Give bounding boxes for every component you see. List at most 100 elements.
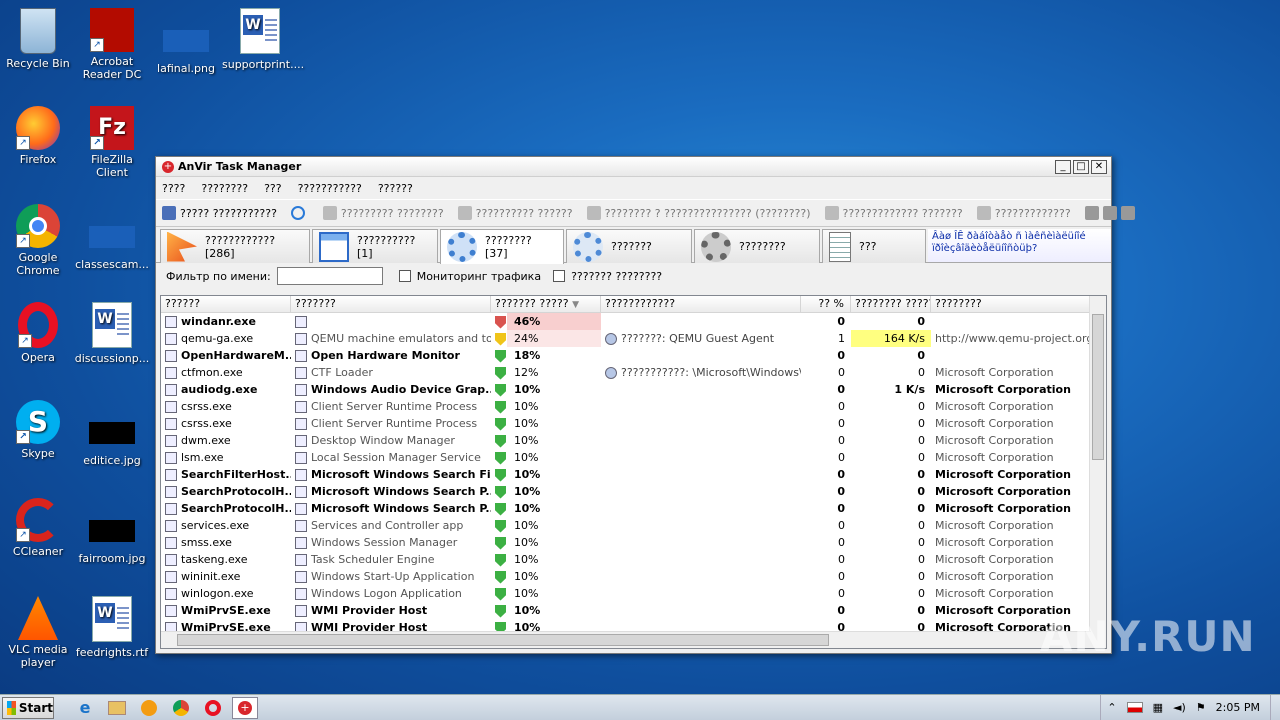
taskbar-explorer[interactable] xyxy=(104,697,130,719)
menu-item[interactable]: ???? xyxy=(162,182,185,195)
traffic-cell: 0 xyxy=(918,417,925,430)
column-header[interactable]: ???????????? xyxy=(601,296,801,312)
taskbar-chrome[interactable] xyxy=(168,697,194,719)
desktop-icon-feedrights[interactable]: feedrights.rtf xyxy=(74,596,150,659)
process-name-cell: ctfmon.exe xyxy=(161,364,291,381)
tab-drivers[interactable]: ???????? xyxy=(694,229,820,263)
other-label: ??????? ???????? xyxy=(571,269,663,283)
process-name: lsm.exe xyxy=(181,451,224,464)
filter-input[interactable] xyxy=(276,267,383,285)
horizontal-scrollbar[interactable] xyxy=(161,631,1091,648)
shield-icon xyxy=(495,604,506,618)
minimize-button[interactable]: _ xyxy=(1055,159,1071,174)
menu-item[interactable]: ??????????? xyxy=(298,182,362,195)
toolbar-button-5[interactable]: ????????????? ??????? xyxy=(824,206,963,220)
table-row[interactable]: wininit.exe Windows Start-Up Application 1… xyxy=(161,568,1106,585)
other-checkbox[interactable] xyxy=(553,270,566,282)
scroll-thumb[interactable] xyxy=(177,634,829,646)
table-row[interactable]: lsm.exe Local Session Manager Service 10% 0… xyxy=(161,449,1106,466)
desktop-icon-lafinal[interactable]: lafinal.png xyxy=(148,8,224,75)
show-hidden-icons-icon[interactable]: ⌃ xyxy=(1107,701,1116,714)
info-banner[interactable]: Âàø ÎÊ ðàáîòàåò ñ ìàêñèìàëüíîé ïðîèçâîäè… xyxy=(928,229,1111,262)
menu-item[interactable]: ?????? xyxy=(378,182,413,195)
table-row[interactable]: dwm.exe Desktop Window Manager 10% 0 0 Micros… xyxy=(161,432,1106,449)
desktop-icon-firefox[interactable]: ↗ Firefox xyxy=(0,106,76,166)
toolbar-button-6[interactable]: ????????????? xyxy=(976,206,1071,220)
vertical-scrollbar[interactable] xyxy=(1089,296,1106,648)
menu-item[interactable]: ???????? xyxy=(201,182,248,195)
desktop-icon-ccleaner[interactable]: ↗ CCleaner xyxy=(0,498,76,558)
process-name: taskeng.exe xyxy=(181,553,248,566)
desktop-icon-editice[interactable]: editice.jpg xyxy=(74,400,150,467)
table-row[interactable]: SearchProtocolH... Microsoft Windows Sear… xyxy=(161,483,1106,500)
toolbar-button-3[interactable]: ?????????? ?????? xyxy=(457,206,573,220)
desktop-icon-skype[interactable]: S ↗ Skype xyxy=(0,400,76,460)
network-icon[interactable]: ▦ xyxy=(1153,701,1163,714)
column-header[interactable]: ?? % xyxy=(801,296,851,312)
table-row[interactable]: winlogon.exe Windows Logon Application 10%… xyxy=(161,585,1106,602)
menu-item[interactable]: ??? xyxy=(264,182,282,195)
table-row[interactable]: taskeng.exe Task Scheduler Engine 10% 0 0 Mic… xyxy=(161,551,1106,568)
column-header[interactable]: ???????? xyxy=(931,296,1091,312)
traffic-cell: 0 xyxy=(918,434,925,447)
company-cell: Microsoft Corporation xyxy=(935,570,1054,583)
taskbar-anvir[interactable]: + xyxy=(232,696,258,719)
desktop-icon-fairroom[interactable]: fairroom.jpg xyxy=(74,498,150,565)
taskbar-opera[interactable] xyxy=(200,697,226,719)
tab-startup[interactable]: ???????????? [286] xyxy=(160,229,310,263)
desktop-icon-discussion[interactable]: discussionp... xyxy=(74,302,150,365)
desktop-icon-acrobat[interactable]: ↗ Acrobat Reader DC xyxy=(74,8,150,81)
scroll-thumb[interactable] xyxy=(1092,314,1104,460)
count-cell: 0 xyxy=(838,400,845,413)
action-center-flag-icon[interactable]: ⚑ xyxy=(1196,701,1206,714)
table-row[interactable]: windanr.exe 46% 0 0 xyxy=(161,313,1106,330)
table-row[interactable]: audiodg.exe Windows Audio Device Grap... 1… xyxy=(161,381,1106,398)
show-desktop-button[interactable] xyxy=(1270,694,1280,720)
tab-processes[interactable]: ???????? [37] xyxy=(440,229,564,264)
refresh-button[interactable] xyxy=(290,206,309,220)
title-bar[interactable]: + AnVir Task Manager _ □ ✕ xyxy=(156,157,1111,177)
column-header[interactable]: ??????? xyxy=(291,296,491,312)
start-button[interactable]: Start xyxy=(2,696,54,719)
shield-icon xyxy=(495,383,506,397)
taskbar-media-player[interactable] xyxy=(136,697,162,719)
desktop-icon-filezilla[interactable]: Fz ↗ FileZilla Client xyxy=(74,106,150,179)
maximize-button[interactable]: □ xyxy=(1073,159,1089,174)
tab-log[interactable]: ??? xyxy=(822,229,926,263)
table-row[interactable]: WmiPrvSE.exe WMI Provider Host 10% 0 0 Micros… xyxy=(161,602,1106,619)
volume-icon[interactable]: ◄) xyxy=(1173,701,1186,714)
tab-services[interactable]: ??????? xyxy=(566,229,692,263)
close-button[interactable]: ✕ xyxy=(1091,159,1107,174)
clock[interactable]: 2:05 PM xyxy=(1216,701,1260,714)
cpu-value: 10% xyxy=(514,502,541,515)
table-row[interactable]: qemu-ga.exe QEMU machine emulators and to… xyxy=(161,330,1106,347)
desktop-icon-classescam[interactable]: classescam... xyxy=(74,204,150,271)
desktop-icon-opera[interactable]: ↗ Opera xyxy=(0,302,76,364)
table-row[interactable]: csrss.exe Client Server Runtime Process 10… xyxy=(161,398,1106,415)
company-cell: Microsoft Corporation xyxy=(935,485,1071,498)
table-row[interactable]: ctfmon.exe CTF Loader 12% ???????????: \Mic… xyxy=(161,364,1106,381)
desktop-icon-chrome[interactable]: ↗ Google Chrome xyxy=(0,204,76,277)
toolbar-tools-button[interactable] xyxy=(1084,206,1139,220)
table-row[interactable]: csrss.exe Client Server Runtime Process 10… xyxy=(161,415,1106,432)
table-row[interactable]: SearchFilterHost.... Microsoft Windows Se… xyxy=(161,466,1106,483)
windows-logo-icon xyxy=(7,700,16,715)
table-row[interactable]: OpenHardwareM... Open Hardware Monitor 18%… xyxy=(161,347,1106,364)
table-row[interactable]: services.exe Services and Controller app 1… xyxy=(161,517,1106,534)
taskbar-ie[interactable]: e xyxy=(72,697,98,719)
column-header[interactable]: ??????? ????? ▼ xyxy=(491,296,601,312)
toolbar-button-2[interactable]: ????????? ???????? xyxy=(322,206,444,220)
desktop-icon-vlc[interactable]: VLC media player xyxy=(0,596,76,669)
traffic-checkbox[interactable] xyxy=(398,270,411,282)
column-header[interactable]: ?????? xyxy=(161,296,291,312)
column-header[interactable]: ???????? ????? xyxy=(851,296,931,312)
tab-windows[interactable]: ?????????? [1] xyxy=(312,229,438,263)
toolbar-button-1[interactable]: ????? ??????????? xyxy=(162,206,277,220)
toolbar-button-4[interactable]: ???????? ? ??????????????? (????????) xyxy=(586,206,811,220)
table-row[interactable]: SearchProtocolH... Microsoft Windows Sear… xyxy=(161,500,1106,517)
desktop-icon-recycle-bin[interactable]: Recycle Bin xyxy=(0,8,76,70)
language-flag-icon[interactable] xyxy=(1126,702,1143,713)
table-row[interactable]: smss.exe Windows Session Manager 10% 0 0 Micr… xyxy=(161,534,1106,551)
company-cell: Microsoft Corporation xyxy=(935,553,1054,566)
desktop-icon-supportprint[interactable]: supportprint.... xyxy=(222,8,304,71)
